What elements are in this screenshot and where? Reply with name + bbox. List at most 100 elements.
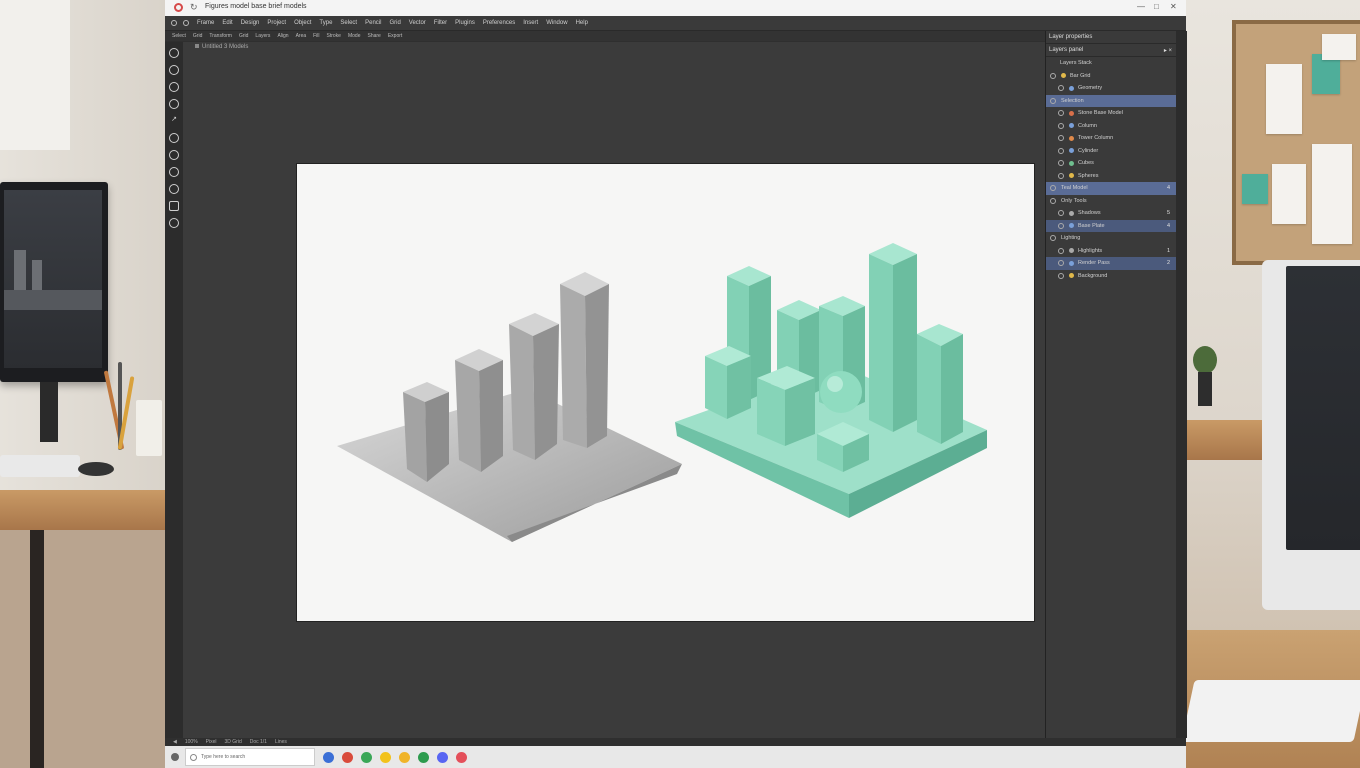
minimize-button[interactable]: —	[1137, 2, 1145, 11]
option-item[interactable]: Fill	[313, 33, 319, 39]
left-mouse	[78, 462, 114, 476]
visibility-icon[interactable]	[1058, 147, 1064, 154]
photos-icon[interactable]	[456, 751, 467, 763]
visibility-icon[interactable]	[1050, 97, 1056, 104]
option-item[interactable]: Transform	[209, 33, 232, 39]
menu-item[interactable]: Help	[576, 20, 588, 26]
visibility-icon[interactable]	[1050, 185, 1056, 192]
layer-row[interactable]: Base Plate 4	[1046, 219, 1176, 232]
taskbar-search[interactable]: Type here to search	[185, 748, 315, 766]
option-item[interactable]: Grid	[193, 33, 202, 39]
menu-item[interactable]: Object	[294, 20, 311, 26]
document-tab[interactable]: Untitled 3 Models	[195, 44, 248, 50]
browser-icon[interactable]	[323, 751, 334, 763]
shape-icon[interactable]	[169, 201, 179, 211]
layer-row[interactable]: Cubes	[1046, 157, 1176, 170]
layer-row[interactable]: Lighting	[1046, 232, 1176, 245]
layer-row[interactable]: Background	[1046, 270, 1176, 283]
option-item[interactable]: Select	[172, 33, 186, 39]
discord-icon[interactable]	[437, 751, 448, 763]
refresh-icon[interactable]: ↻	[190, 2, 198, 13]
menu-item[interactable]: Vector	[409, 20, 426, 26]
menu-item[interactable]: Grid	[389, 20, 400, 26]
visibility-icon[interactable]	[1050, 197, 1056, 204]
home-icon[interactable]	[171, 20, 177, 26]
visibility-icon[interactable]	[1058, 172, 1064, 179]
option-item[interactable]: Align	[277, 33, 288, 39]
lasso-icon[interactable]	[169, 82, 179, 92]
menu-item[interactable]: Edit	[222, 20, 232, 26]
menu-item[interactable]: Pencil	[365, 20, 381, 26]
move-icon[interactable]	[169, 48, 179, 58]
brush-icon[interactable]	[169, 133, 179, 143]
visibility-icon[interactable]	[1058, 160, 1064, 167]
visibility-icon[interactable]	[1058, 260, 1064, 267]
crop-icon[interactable]	[169, 99, 179, 109]
grid-icon[interactable]	[183, 20, 189, 26]
status-item: Doc 1/1	[249, 739, 267, 745]
files-icon[interactable]	[399, 751, 410, 763]
artboard[interactable]	[297, 164, 1034, 621]
pen-icon[interactable]: ↗	[169, 116, 179, 126]
layer-row[interactable]: Geometry	[1046, 82, 1176, 95]
status-item[interactable]: ◀	[173, 739, 177, 745]
notes-icon[interactable]	[380, 751, 391, 763]
visibility-icon[interactable]	[1058, 135, 1064, 142]
visibility-icon[interactable]	[1050, 235, 1056, 242]
eraser-icon[interactable]	[169, 150, 179, 160]
select-icon[interactable]	[169, 65, 179, 75]
visibility-icon[interactable]	[1058, 247, 1064, 254]
layer-row[interactable]: Shadows 5	[1046, 207, 1176, 220]
visibility-icon[interactable]	[1058, 110, 1064, 117]
panel-close-icon[interactable]: ▸ ×	[1164, 47, 1172, 54]
menu-item[interactable]: Type	[319, 20, 332, 26]
layer-row[interactable]: Render Pass 2	[1046, 257, 1176, 270]
menu-item[interactable]: Preferences	[483, 20, 515, 26]
menu-item[interactable]: Frame	[197, 20, 214, 26]
maximize-button[interactable]: □	[1154, 2, 1159, 11]
visibility-icon[interactable]	[1058, 122, 1064, 129]
close-button[interactable]: ✕	[1170, 2, 1177, 11]
layer-row[interactable]: Cylinder	[1046, 145, 1176, 158]
option-item[interactable]: Grid	[239, 33, 248, 39]
layer-count: 5	[1166, 210, 1170, 217]
fill-icon[interactable]	[169, 167, 179, 177]
menu-item[interactable]: Window	[546, 20, 567, 26]
menu-item[interactable]: Project	[267, 20, 286, 26]
layer-row[interactable]: Only Tools	[1046, 195, 1176, 208]
mail-icon[interactable]	[342, 751, 353, 763]
text-icon[interactable]	[169, 184, 179, 194]
chrome-icon[interactable]	[361, 751, 372, 763]
menu-item[interactable]: Filter	[434, 20, 447, 26]
layer-row[interactable]: Tower Column	[1046, 132, 1176, 145]
visibility-icon[interactable]	[1058, 85, 1064, 92]
visibility-icon[interactable]	[1058, 272, 1064, 279]
visibility-icon[interactable]	[1058, 210, 1064, 217]
option-item[interactable]: Mode	[348, 33, 361, 39]
layer-row[interactable]: Bar Grid	[1046, 70, 1176, 83]
layer-row[interactable]: Highlights 1	[1046, 245, 1176, 258]
option-item[interactable]: Area	[296, 33, 307, 39]
store-icon[interactable]	[418, 751, 429, 763]
layer-row[interactable]: Stone Base Model	[1046, 107, 1176, 120]
option-item[interactable]: Share	[367, 33, 380, 39]
layer-row[interactable]: Selection	[1046, 94, 1176, 107]
option-item[interactable]: Stroke	[327, 33, 341, 39]
option-item[interactable]: Layers	[255, 33, 270, 39]
layer-row[interactable]: Column	[1046, 120, 1176, 133]
panel-scrollbar[interactable]	[1176, 31, 1187, 738]
visibility-icon[interactable]	[1058, 222, 1064, 229]
layer-row[interactable]: Teal Model 4	[1046, 182, 1176, 195]
menu-item[interactable]: Select	[340, 20, 357, 26]
menu-item[interactable]: Plugins	[455, 20, 475, 26]
start-icon[interactable]	[171, 753, 179, 761]
layer-row[interactable]: Spheres	[1046, 170, 1176, 183]
panel-tab[interactable]: Layers panel ▸ ×	[1046, 43, 1176, 57]
visibility-icon[interactable]	[1050, 72, 1056, 79]
canvas-area[interactable]: Untitled 3 Models	[183, 42, 1045, 738]
option-item[interactable]: Export	[388, 33, 402, 39]
menu-item[interactable]: Design	[241, 20, 260, 26]
zoom-icon[interactable]	[169, 218, 179, 228]
status-item[interactable]: 100%	[185, 739, 198, 745]
menu-item[interactable]: Insert	[523, 20, 538, 26]
